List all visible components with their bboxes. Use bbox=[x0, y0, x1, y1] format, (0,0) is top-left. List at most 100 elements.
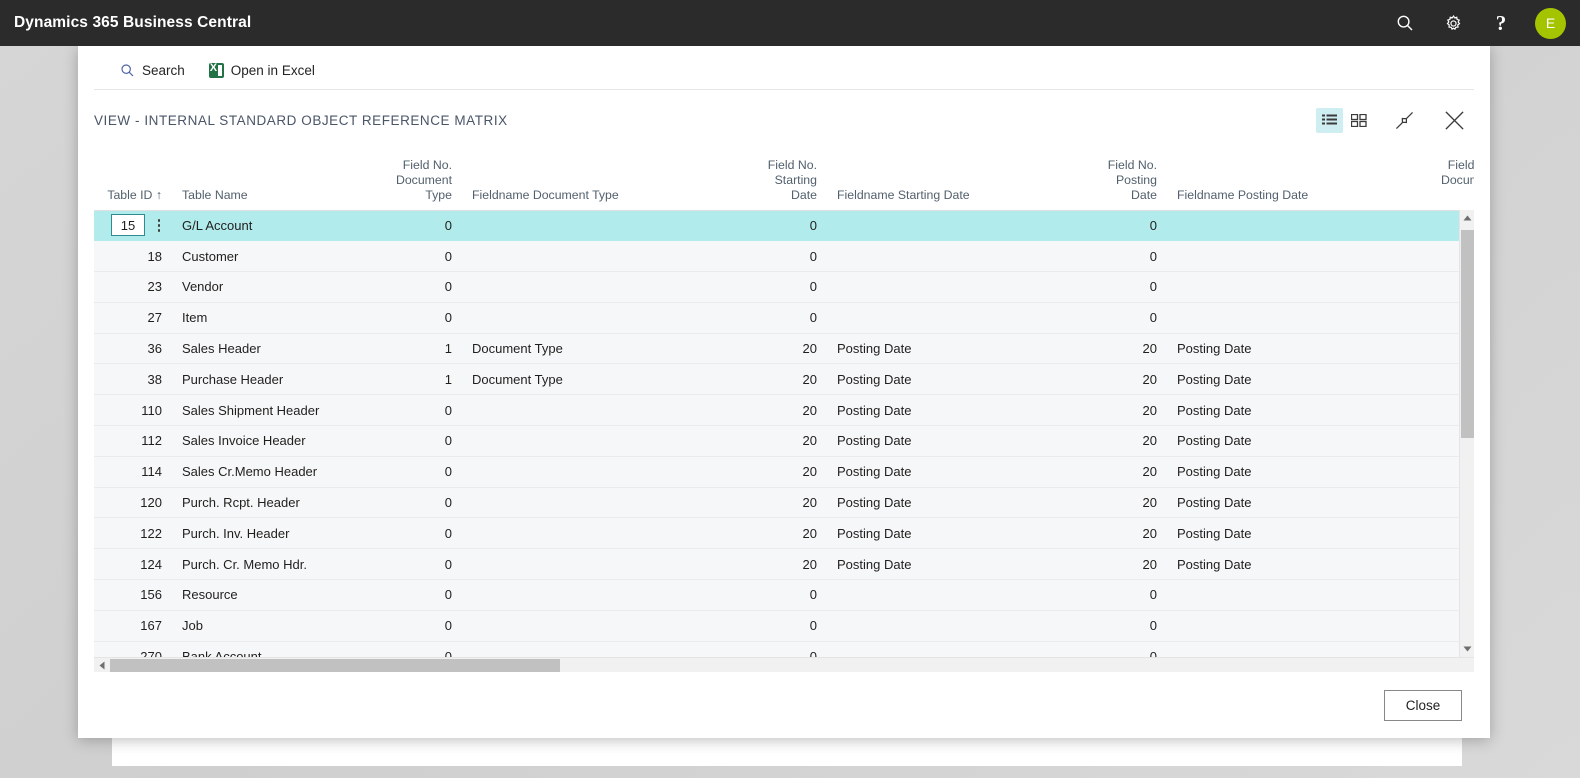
cell-fieldno_doctype[interactable]: 0 bbox=[372, 426, 462, 457]
cell-fieldno_doctype[interactable]: 1 bbox=[372, 333, 462, 364]
scroll-up-arrow-icon[interactable] bbox=[1460, 210, 1475, 226]
cell-fieldname_postdate[interactable]: Posting Date bbox=[1167, 518, 1417, 549]
cell-table_name[interactable]: Item bbox=[172, 302, 372, 333]
cell-table_id[interactable]: 23 bbox=[94, 272, 172, 303]
cell-fieldno_postdate[interactable]: 0 bbox=[1077, 580, 1167, 611]
cell-fieldno_doctype[interactable]: 0 bbox=[372, 518, 462, 549]
cell-fieldname_postdate[interactable] bbox=[1167, 272, 1417, 303]
table-row[interactable]: 36Sales Header1Document Type20Posting Da… bbox=[94, 333, 1474, 364]
cell-fieldname_doctype[interactable] bbox=[462, 641, 737, 657]
cell-table_name[interactable]: Customer bbox=[172, 241, 372, 272]
table-row[interactable]: 120Purch. Rcpt. Header020Posting Date20P… bbox=[94, 487, 1474, 518]
cell-fieldname_postdate[interactable] bbox=[1167, 580, 1417, 611]
cell-fieldname_postdate[interactable]: Posting Date bbox=[1167, 364, 1417, 395]
cell-fieldno_postdate[interactable]: 20 bbox=[1077, 549, 1167, 580]
scroll-left-arrow-icon[interactable] bbox=[94, 658, 110, 673]
col-header-fieldname-postdate[interactable]: Fieldname Posting Date bbox=[1167, 146, 1417, 210]
cell-fieldno_startdate[interactable]: 20 bbox=[737, 364, 827, 395]
list-view-icon[interactable] bbox=[1316, 108, 1343, 133]
cell-table_id[interactable]: 15 bbox=[94, 210, 172, 241]
cell-table_id[interactable]: 156 bbox=[94, 580, 172, 611]
col-header-fieldno-doctype[interactable]: Field No.DocumentType bbox=[372, 146, 462, 210]
cell-fieldno_doctype[interactable]: 0 bbox=[372, 241, 462, 272]
cell-fieldno_doctype[interactable]: 0 bbox=[372, 641, 462, 657]
search-icon[interactable] bbox=[1383, 0, 1427, 46]
cell-table_id[interactable]: 270 bbox=[94, 641, 172, 657]
col-header-fieldno-docno[interactable]: Field No.Document No. bbox=[1417, 146, 1474, 210]
cell-table_id[interactable]: 36 bbox=[94, 333, 172, 364]
cell-fieldno_doctype[interactable]: 0 bbox=[372, 580, 462, 611]
cell-fieldname_doctype[interactable] bbox=[462, 302, 737, 333]
cell-table_id[interactable]: 114 bbox=[94, 456, 172, 487]
cell-fieldno_startdate[interactable]: 20 bbox=[737, 518, 827, 549]
cell-fieldname_postdate[interactable] bbox=[1167, 302, 1417, 333]
vertical-scroll-thumb[interactable] bbox=[1461, 230, 1474, 438]
cell-fieldno_postdate[interactable]: 0 bbox=[1077, 210, 1167, 241]
cell-fieldno_doctype[interactable]: 1 bbox=[372, 364, 462, 395]
cell-fieldno_postdate[interactable]: 0 bbox=[1077, 610, 1167, 641]
cell-fieldname_doctype[interactable] bbox=[462, 272, 737, 303]
vertical-scroll-track[interactable] bbox=[1460, 226, 1475, 641]
avatar[interactable]: E bbox=[1535, 8, 1566, 39]
col-header-fieldno-startdate[interactable]: Field No.Starting Date bbox=[737, 146, 827, 210]
table-id-input[interactable]: 15 bbox=[111, 214, 145, 236]
col-header-fieldname-startdate[interactable]: Fieldname Starting Date bbox=[827, 146, 1077, 210]
cell-table_id[interactable]: 122 bbox=[94, 518, 172, 549]
cell-table_name[interactable]: G/L Account bbox=[172, 210, 372, 241]
cell-fieldname_startdate[interactable] bbox=[827, 610, 1077, 641]
cell-fieldname_startdate[interactable]: Posting Date bbox=[827, 487, 1077, 518]
cell-fieldname_postdate[interactable]: Posting Date bbox=[1167, 487, 1417, 518]
cell-fieldname_doctype[interactable] bbox=[462, 610, 737, 641]
close-button[interactable]: Close bbox=[1384, 690, 1462, 721]
cell-fieldname_doctype[interactable] bbox=[462, 456, 737, 487]
col-header-fieldname-doctype[interactable]: Fieldname Document Type bbox=[462, 146, 737, 210]
cell-fieldname_postdate[interactable] bbox=[1167, 210, 1417, 241]
horizontal-scroll-track[interactable] bbox=[110, 658, 1474, 673]
cell-fieldname_startdate[interactable] bbox=[827, 302, 1077, 333]
cell-fieldno_startdate[interactable]: 20 bbox=[737, 549, 827, 580]
cell-fieldname_startdate[interactable]: Posting Date bbox=[827, 426, 1077, 457]
cell-fieldname_doctype[interactable] bbox=[462, 210, 737, 241]
cell-fieldno_postdate[interactable]: 20 bbox=[1077, 333, 1167, 364]
cell-table_name[interactable]: Resource bbox=[172, 580, 372, 611]
cell-fieldname_startdate[interactable] bbox=[827, 210, 1077, 241]
cell-fieldno_startdate[interactable]: 0 bbox=[737, 272, 827, 303]
cell-table_name[interactable]: Sales Cr.Memo Header bbox=[172, 456, 372, 487]
table-row[interactable]: 124Purch. Cr. Memo Hdr.020Posting Date20… bbox=[94, 549, 1474, 580]
vertical-scrollbar[interactable] bbox=[1459, 210, 1474, 657]
cell-fieldno_postdate[interactable]: 0 bbox=[1077, 241, 1167, 272]
cell-fieldno_startdate[interactable]: 0 bbox=[737, 302, 827, 333]
cell-table_name[interactable]: Purch. Rcpt. Header bbox=[172, 487, 372, 518]
cell-fieldname_startdate[interactable] bbox=[827, 272, 1077, 303]
help-icon[interactable]: ? bbox=[1479, 0, 1523, 46]
cell-fieldno_postdate[interactable]: 20 bbox=[1077, 395, 1167, 426]
cell-table_id[interactable]: 167 bbox=[94, 610, 172, 641]
cell-table_id[interactable]: 18 bbox=[94, 241, 172, 272]
close-icon[interactable] bbox=[1436, 104, 1472, 136]
cell-table_name[interactable]: Bank Account bbox=[172, 641, 372, 657]
search-button[interactable]: Search bbox=[118, 60, 187, 81]
cell-fieldno_doctype[interactable]: 0 bbox=[372, 610, 462, 641]
col-header-fieldno-postdate[interactable]: Field No.Posting Date bbox=[1077, 146, 1167, 210]
cell-fieldno_startdate[interactable]: 0 bbox=[737, 610, 827, 641]
cell-fieldname_startdate[interactable]: Posting Date bbox=[827, 518, 1077, 549]
cell-fieldno_doctype[interactable]: 0 bbox=[372, 456, 462, 487]
cell-fieldno_startdate[interactable]: 20 bbox=[737, 426, 827, 457]
cell-fieldname_postdate[interactable]: Posting Date bbox=[1167, 333, 1417, 364]
table-row[interactable]: 156Resource0000 bbox=[94, 580, 1474, 611]
cell-fieldname_startdate[interactable]: Posting Date bbox=[827, 456, 1077, 487]
cell-fieldno_startdate[interactable]: 0 bbox=[737, 580, 827, 611]
table-row[interactable]: 167Job0000 bbox=[94, 610, 1474, 641]
cell-table_name[interactable]: Purch. Inv. Header bbox=[172, 518, 372, 549]
cell-fieldname_startdate[interactable]: Posting Date bbox=[827, 549, 1077, 580]
cell-fieldname_doctype[interactable] bbox=[462, 549, 737, 580]
cell-fieldname_postdate[interactable]: Posting Date bbox=[1167, 395, 1417, 426]
tile-view-icon[interactable] bbox=[1345, 108, 1372, 133]
cell-fieldno_doctype[interactable]: 0 bbox=[372, 395, 462, 426]
cell-fieldno_startdate[interactable]: 20 bbox=[737, 333, 827, 364]
cell-fieldname_postdate[interactable]: Posting Date bbox=[1167, 426, 1417, 457]
cell-fieldname_startdate[interactable] bbox=[827, 241, 1077, 272]
cell-table_name[interactable]: Job bbox=[172, 610, 372, 641]
cell-fieldno_startdate[interactable]: 0 bbox=[737, 210, 827, 241]
horizontal-scroll-thumb[interactable] bbox=[110, 659, 560, 672]
